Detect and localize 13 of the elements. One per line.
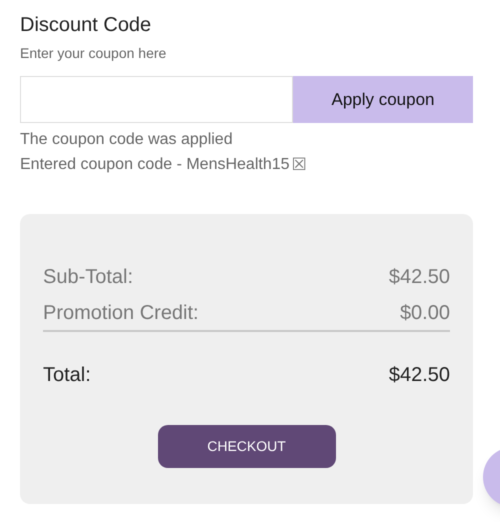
summary-value: $0.00 [400, 300, 450, 326]
summary-value: $42.50 [388, 362, 450, 388]
coupon-input-field[interactable] [20, 76, 293, 123]
section-title: Discount Code [20, 13, 152, 38]
coupon-message: Entered coupon code - MensHealth15 [20, 154, 290, 174]
summary-value: $42.50 [388, 264, 450, 290]
checkout-button[interactable]: CHECKOUT [158, 425, 336, 468]
summary-label: Promotion Credit: [43, 300, 199, 326]
section-subtitle: Enter your coupon here [20, 44, 168, 62]
coupon-message: The coupon code was applied [20, 130, 233, 150]
apply-coupon-button[interactable]: Apply coupon [293, 76, 473, 123]
summary-label: Sub-Total: [43, 264, 134, 290]
summary-label: Total: [43, 362, 91, 388]
